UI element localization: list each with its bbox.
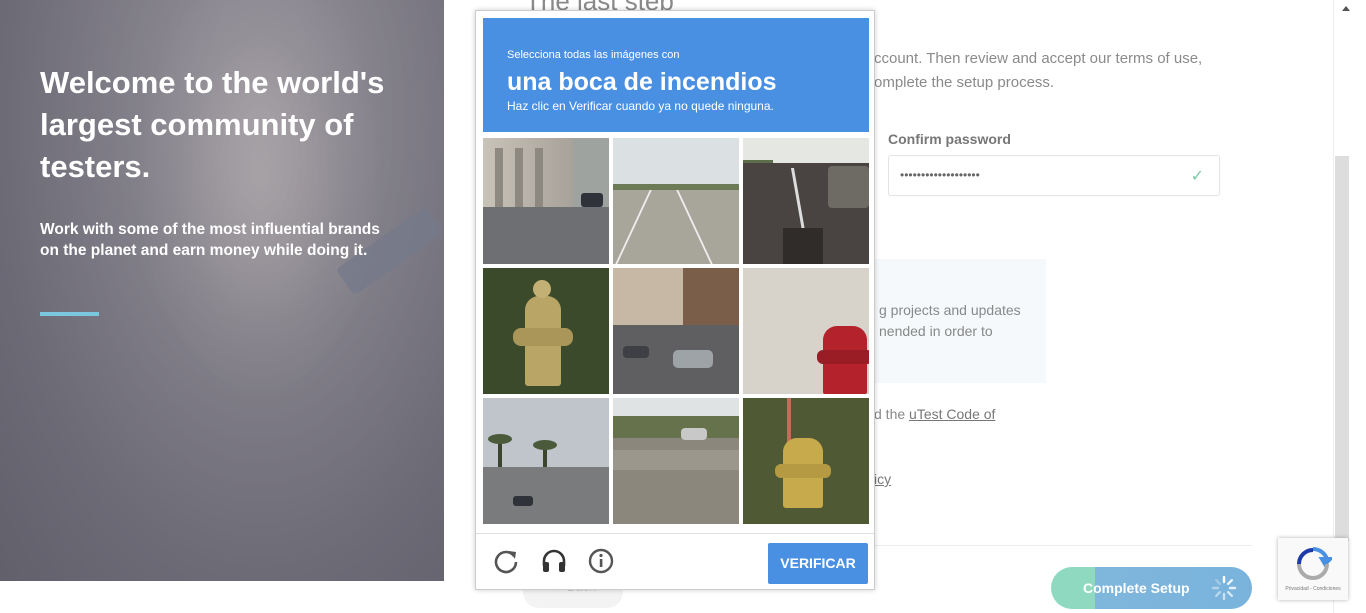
scroll-up-arrow-icon[interactable] xyxy=(1342,6,1350,11)
confirm-password-field[interactable]: ••••••••••••••••••• ✓ xyxy=(888,155,1220,196)
captcha-tile-4[interactable] xyxy=(483,268,609,394)
info-box: g projects and updates nended in order t… xyxy=(874,259,1046,383)
hero-subline: Work with some of the most influential b… xyxy=(40,221,380,259)
captcha-image-grid xyxy=(483,138,869,524)
hero-headline: Welcome to the world's largest community… xyxy=(40,65,385,184)
recaptcha-badge[interactable]: Privacidad - Condiciones xyxy=(1278,538,1348,600)
complete-setup-button[interactable]: Complete Setup xyxy=(1051,567,1252,609)
captcha-header: Selecciona todas las imágenes con una bo… xyxy=(483,18,869,132)
captcha-tile-9[interactable] xyxy=(743,398,869,524)
complete-setup-label: Complete Setup xyxy=(1083,580,1190,596)
recaptcha-logo-icon xyxy=(1297,547,1332,580)
captcha-footer: VERIFICAR xyxy=(476,533,874,590)
check-icon: ✓ xyxy=(1190,168,1204,185)
info-icon[interactable] xyxy=(586,546,616,576)
confirm-password-value: ••••••••••••••••••• xyxy=(900,168,980,182)
page-scrollbar[interactable] xyxy=(1333,0,1366,613)
privacy-policy-link[interactable]: icy xyxy=(874,471,891,487)
captcha-tile-1[interactable] xyxy=(483,138,609,264)
captcha-tile-5[interactable] xyxy=(613,268,739,394)
intro-text: ccount. Then review and accept our terms… xyxy=(874,50,1203,91)
captcha-tile-7[interactable] xyxy=(483,398,609,524)
headphones-icon[interactable] xyxy=(539,546,569,576)
info-text: g projects and updates nended in order t… xyxy=(879,302,1021,339)
verify-button[interactable]: VERIFICAR xyxy=(768,543,868,584)
captcha-tile-6[interactable] xyxy=(743,268,869,394)
code-of-conduct-link[interactable]: uTest Code of xyxy=(909,406,995,422)
scrollbar-thumb[interactable] xyxy=(1335,156,1349,541)
captcha-instruction-line3: Haz clic en Verificar cuando ya no quede… xyxy=(507,99,774,113)
captcha-target-object: una boca de incendios xyxy=(507,68,777,96)
code-of-conduct-text: d the uTest Code of xyxy=(874,406,995,422)
hero-accent-line xyxy=(40,312,99,316)
hero-panel: Welcome to the world's largest community… xyxy=(0,0,444,581)
loading-spinner-icon xyxy=(1211,575,1237,601)
confirm-password-label: Confirm password xyxy=(888,131,1011,147)
captcha-tile-3[interactable] xyxy=(743,138,869,264)
reload-icon[interactable] xyxy=(491,546,521,576)
captcha-challenge: Selecciona todas las imágenes con una bo… xyxy=(475,10,875,590)
recaptcha-badge-text: Privacidad - Condiciones xyxy=(1285,586,1341,592)
captcha-tile-8[interactable] xyxy=(613,398,739,524)
captcha-instruction-line1: Selecciona todas las imágenes con xyxy=(507,49,680,61)
captcha-tile-2[interactable] xyxy=(613,138,739,264)
code-prefix: d the xyxy=(874,406,910,422)
divider xyxy=(874,545,1252,546)
